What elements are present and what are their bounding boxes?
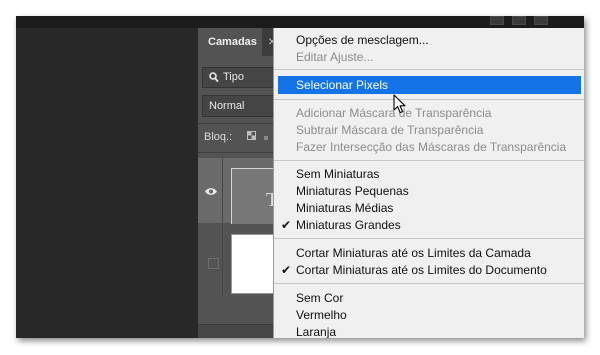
menu-item-label: Miniaturas Grandes — [296, 218, 401, 232]
menu-item-label: Fazer Intersecção das Máscaras de Transp… — [296, 140, 567, 154]
menu-item-label: Subtrair Máscara de Transparência — [296, 123, 484, 137]
menu-separator — [274, 69, 584, 70]
lock-transparency-icon[interactable] — [247, 131, 256, 140]
menu-item-label: Cortar Miniaturas até os Limites do Docu… — [296, 263, 547, 277]
tab-layers[interactable]: Camadas — [198, 28, 262, 56]
toolbar-button[interactable] — [534, 16, 548, 25]
divider — [222, 158, 223, 223]
divider — [222, 224, 223, 296]
lock-label: Bloq.: — [204, 131, 233, 143]
menu-item-no-thumbnails[interactable]: Sem Miniaturas — [274, 166, 584, 182]
layer-context-menu: Opções de mesclagem... Editar Ajuste... … — [273, 28, 584, 338]
menu-item-large-thumbnails[interactable]: ✔ Miniaturas Grandes — [274, 217, 584, 233]
menu-item-add-transparency-mask: Adicionar Máscara de Transparência — [274, 105, 584, 121]
menu-item-red[interactable]: Vermelho — [274, 307, 584, 323]
eye-icon[interactable] — [204, 187, 218, 196]
menu-item-clip-to-document-bounds[interactable]: ✔ Cortar Miniaturas até os Limites do Do… — [274, 262, 584, 278]
canvas-area — [16, 28, 198, 338]
menu-item-label: Cortar Miniaturas até os Limites da Cama… — [296, 246, 531, 260]
menu-separator — [274, 99, 584, 100]
menu-item-label: Editar Ajuste... — [296, 50, 374, 64]
menu-item-label: Opções de mesclagem... — [296, 33, 429, 47]
menu-item-medium-thumbnails[interactable]: Miniaturas Médias — [274, 200, 584, 216]
menu-item-label: Selecionar Pixels — [296, 78, 389, 92]
menu-item-intersect-transparency-masks: Fazer Intersecção das Máscaras de Transp… — [274, 139, 584, 155]
menu-item-select-pixels[interactable]: Selecionar Pixels — [278, 76, 581, 94]
menu-item-small-thumbnails[interactable]: Miniaturas Pequenas — [274, 183, 584, 199]
menu-item-label: Laranja — [296, 325, 337, 338]
menu-item-clip-to-layer-bounds[interactable]: Cortar Miniaturas até os Limites da Cama… — [274, 245, 584, 261]
menu-item-no-color[interactable]: Sem Cor — [274, 290, 584, 306]
menu-item-label: Vermelho — [296, 308, 347, 322]
menu-separator — [274, 238, 584, 239]
filter-type-label: Tipo — [223, 71, 244, 83]
menu-item-label: Miniaturas Médias — [296, 201, 394, 215]
menu-item-label: Miniaturas Pequenas — [296, 184, 409, 198]
menu-item-subtract-transparency-mask: Subtrair Máscara de Transparência — [274, 122, 584, 138]
search-icon — [209, 72, 219, 83]
lock-brush-icon[interactable] — [264, 136, 268, 140]
checkmark-icon: ✔ — [281, 263, 292, 277]
top-toolbar-strip — [16, 16, 584, 28]
toolbar-button[interactable] — [490, 16, 504, 25]
menu-separator — [274, 160, 584, 161]
menu-item-label: Sem Miniaturas — [296, 167, 380, 181]
checkmark-icon: ✔ — [281, 218, 292, 232]
screenshot-frame: Camadas × Tipo Normal Bloq.: — [16, 16, 584, 338]
menu-item-blending-options[interactable]: Opções de mesclagem... — [274, 32, 584, 48]
menu-item-edit-adjustment: Editar Ajuste... — [274, 49, 584, 65]
menu-separator — [274, 283, 584, 284]
menu-item-label: Sem Cor — [296, 291, 344, 305]
visibility-toggle[interactable] — [208, 258, 219, 269]
toolbar-button[interactable] — [512, 16, 526, 25]
mouse-cursor-icon — [393, 94, 406, 114]
menu-item-orange[interactable]: Laranja — [274, 324, 584, 338]
